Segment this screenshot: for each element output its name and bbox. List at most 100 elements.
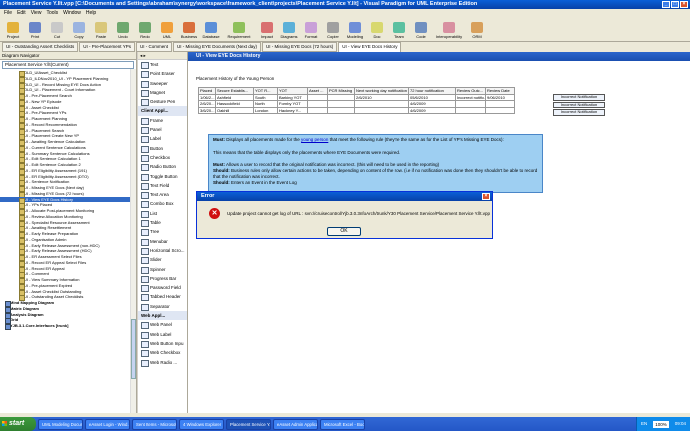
table-row[interactable]: 3/6/20... Oakhill London Hackney Y... 4/6/20… <box>198 106 515 114</box>
palette-radio-button[interactable]: Radio Button <box>138 162 187 172</box>
toolbar-modeling-button[interactable]: Modeling <box>344 18 366 42</box>
note-young-person-link[interactable]: young person <box>301 137 328 142</box>
palette-web-panel[interactable]: Web Panel <box>138 320 187 330</box>
palette-panel[interactable]: Panel <box>138 125 187 135</box>
toolbar-undo-button[interactable]: Undo <box>112 18 134 42</box>
menu-tools[interactable]: Tools <box>46 9 58 18</box>
taskbar-item[interactable]: Placement Service Y.l... <box>226 418 271 430</box>
palette-spinner[interactable]: Spinner <box>138 265 187 274</box>
scrollbar-thumb[interactable] <box>131 319 136 379</box>
toolbar-label: Code <box>416 33 426 39</box>
toolbar-print-button[interactable]: Print <box>24 18 46 42</box>
palette-checkbox[interactable]: Checkbox <box>138 153 187 163</box>
palette-slider[interactable]: Slider <box>138 255 187 265</box>
palette-text[interactable]: Text <box>138 60 187 70</box>
close-icon[interactable]: × <box>680 1 688 8</box>
toolbar-requirement-button[interactable]: Requirement <box>222 18 256 42</box>
palette-web-label[interactable]: Web Label <box>138 330 187 339</box>
toolbar-label: Undo <box>118 33 128 39</box>
palette-label[interactable]: Label <box>138 134 187 144</box>
zoom-indicator[interactable]: 100% <box>653 420 669 428</box>
tab-ui-comment[interactable]: UI - Comment <box>135 42 172 52</box>
incorrect-notification-button[interactable]: Incorrect Notification <box>553 94 605 101</box>
close-icon[interactable]: × <box>482 193 490 200</box>
palette-web-button-inpu[interactable]: Web Button Inpu <box>138 339 187 349</box>
palette-list[interactable]: List <box>138 209 187 219</box>
toolbar-paste-button[interactable]: Paste <box>90 18 112 42</box>
tab-ui-missing-eye-documents-next-day[interactable]: UI - Missing EYE Documents (Next day) <box>172 42 262 52</box>
menu-edit[interactable]: Edit <box>17 9 26 18</box>
table-cell: 4/6/2009 <box>408 106 456 114</box>
toolbar-label: ORM <box>472 33 482 39</box>
palette-web-radio[interactable]: Web Radio ... <box>138 358 187 367</box>
toolbar-redo-button[interactable]: Redo <box>134 18 156 42</box>
toolbar-interoperability-button[interactable]: Interoperability <box>432 18 466 42</box>
toolbar-project-button[interactable]: Project <box>2 18 24 42</box>
toolbar-diagrams-button[interactable]: Diagrams <box>278 18 300 42</box>
tab-ui-outstanding-assert-checklists[interactable]: UI - Outstanding Assert Checklists <box>2 42 79 52</box>
incorrect-notification-button[interactable]: Incorrect Notification <box>553 101 605 108</box>
toolbar-doc-button[interactable]: Doc <box>366 18 388 42</box>
taskbar-item[interactable]: Microsoft Excel - Book1 <box>320 418 365 430</box>
incorrect-notification-button[interactable]: Incorrect Notification <box>553 109 605 116</box>
requirements-note[interactable]: Must: Displays all placements made for t… <box>208 134 543 193</box>
toolbar-cut-button[interactable]: Cut <box>46 18 68 42</box>
toolbar-label: Business <box>180 33 198 39</box>
taskbar-item[interactable]: UML Modeling Docum... <box>38 418 83 430</box>
palette-horizontal-scro[interactable]: Horizontal Scro... <box>138 246 187 256</box>
tab-ui-view-eye-docs-history[interactable]: UI - View EYE Docs History <box>338 42 402 52</box>
toolbar-label: Cut <box>53 33 61 39</box>
taskbar-item[interactable]: Sent Items - Microsof... <box>132 418 177 430</box>
toolbar-code-button[interactable]: Code <box>410 18 432 42</box>
palette-frame[interactable]: Frame <box>138 116 187 126</box>
palette-combo-box[interactable]: Combo Box <box>138 199 187 209</box>
menu-help[interactable]: Help <box>86 9 96 18</box>
navigator-scrollbar[interactable] <box>130 69 136 413</box>
palette-section[interactable]: Client Appl... <box>138 106 187 116</box>
tab-ui-missing-eye-docs-72-hours[interactable]: UI - Missing EYE Docs (72 hours) <box>262 42 338 52</box>
toolbar-database-button[interactable]: Database <box>200 18 222 42</box>
palette-button[interactable]: Button <box>138 144 187 153</box>
start-button[interactable]: start <box>0 417 36 431</box>
taskbar-item[interactable]: eAsset Login - Wind... <box>85 418 130 430</box>
ok-button[interactable]: OK <box>327 227 361 236</box>
project-combo[interactable]: Placement Service Y.llt(Current) <box>2 61 134 69</box>
tab-ui-pre-placement-yps[interactable]: UI - Pre-Placement YPs <box>79 42 135 52</box>
tree-root-item[interactable]: YJB.3.1.Core.Interfaces [trunk] <box>0 323 136 330</box>
toolbar-impact-button[interactable]: Impact <box>256 18 278 42</box>
menu-window[interactable]: Window <box>63 9 81 18</box>
palette-magnet[interactable]: Magnet <box>138 88 187 98</box>
language-indicator[interactable]: EN <box>641 417 647 431</box>
palette-progress-bar[interactable]: Progress Bar <box>138 274 187 284</box>
palette-gesture-pen[interactable]: Gesture Pen <box>138 97 187 107</box>
palette-sweeper[interactable]: Sweeper <box>138 79 187 88</box>
palette-table[interactable]: Table <box>138 218 187 228</box>
toolbar-uml-button[interactable]: UML <box>156 18 178 42</box>
palette-web-checkbox[interactable]: Web Checkbox <box>138 348 187 358</box>
toolbar-copier-button[interactable]: Copier <box>322 18 344 42</box>
palette-text-field[interactable]: Text Field <box>138 181 187 191</box>
toolbar-label: Modeling <box>346 33 364 39</box>
mock-table[interactable]: Placed Secure Establis... YOT R... YOT Asset… <box>198 87 515 114</box>
palette-section[interactable]: Web Appl... <box>138 311 187 321</box>
palette-tabbed-header[interactable]: Tabbed Header <box>138 292 187 302</box>
palette-toggle-button[interactable]: Toggle Button <box>138 172 187 181</box>
taskbar-item[interactable]: 4 Windows Explorer <box>179 418 224 430</box>
palette-tree[interactable]: Tree <box>138 227 187 237</box>
palette-text-area[interactable]: Text Area <box>138 190 187 200</box>
toolbar-label: Format <box>304 33 318 39</box>
palette-separator[interactable]: Separator <box>138 302 187 312</box>
palette-password-field[interactable]: Password Field <box>138 283 187 293</box>
menu-view[interactable]: View <box>31 9 42 18</box>
toolbar-orm-button[interactable]: ORM <box>466 18 488 42</box>
palette-point-eraser[interactable]: Point Eraser <box>138 69 187 79</box>
toolbar-business-button[interactable]: Business <box>178 18 200 42</box>
menu-file[interactable]: File <box>4 9 12 18</box>
toolbar-format-button[interactable]: Format <box>300 18 322 42</box>
maximize-icon[interactable]: □ <box>671 1 679 8</box>
palette-menubar[interactable]: Menubar <box>138 237 187 246</box>
taskbar-item[interactable]: eAsset Admin Applica... <box>273 418 318 430</box>
toolbar-copy-button[interactable]: Copy <box>68 18 90 42</box>
minimize-icon[interactable]: _ <box>662 1 670 8</box>
toolbar-team-button[interactable]: Team <box>388 18 410 42</box>
